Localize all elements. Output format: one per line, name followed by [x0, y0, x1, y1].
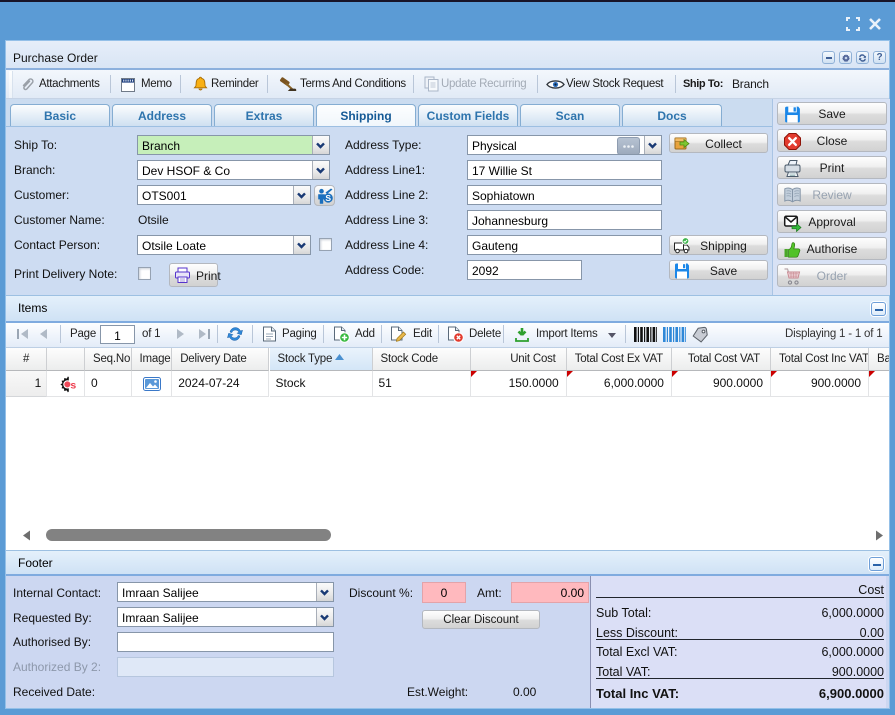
svg-text:s: s [71, 380, 77, 392]
svg-text:S: S [325, 193, 331, 203]
